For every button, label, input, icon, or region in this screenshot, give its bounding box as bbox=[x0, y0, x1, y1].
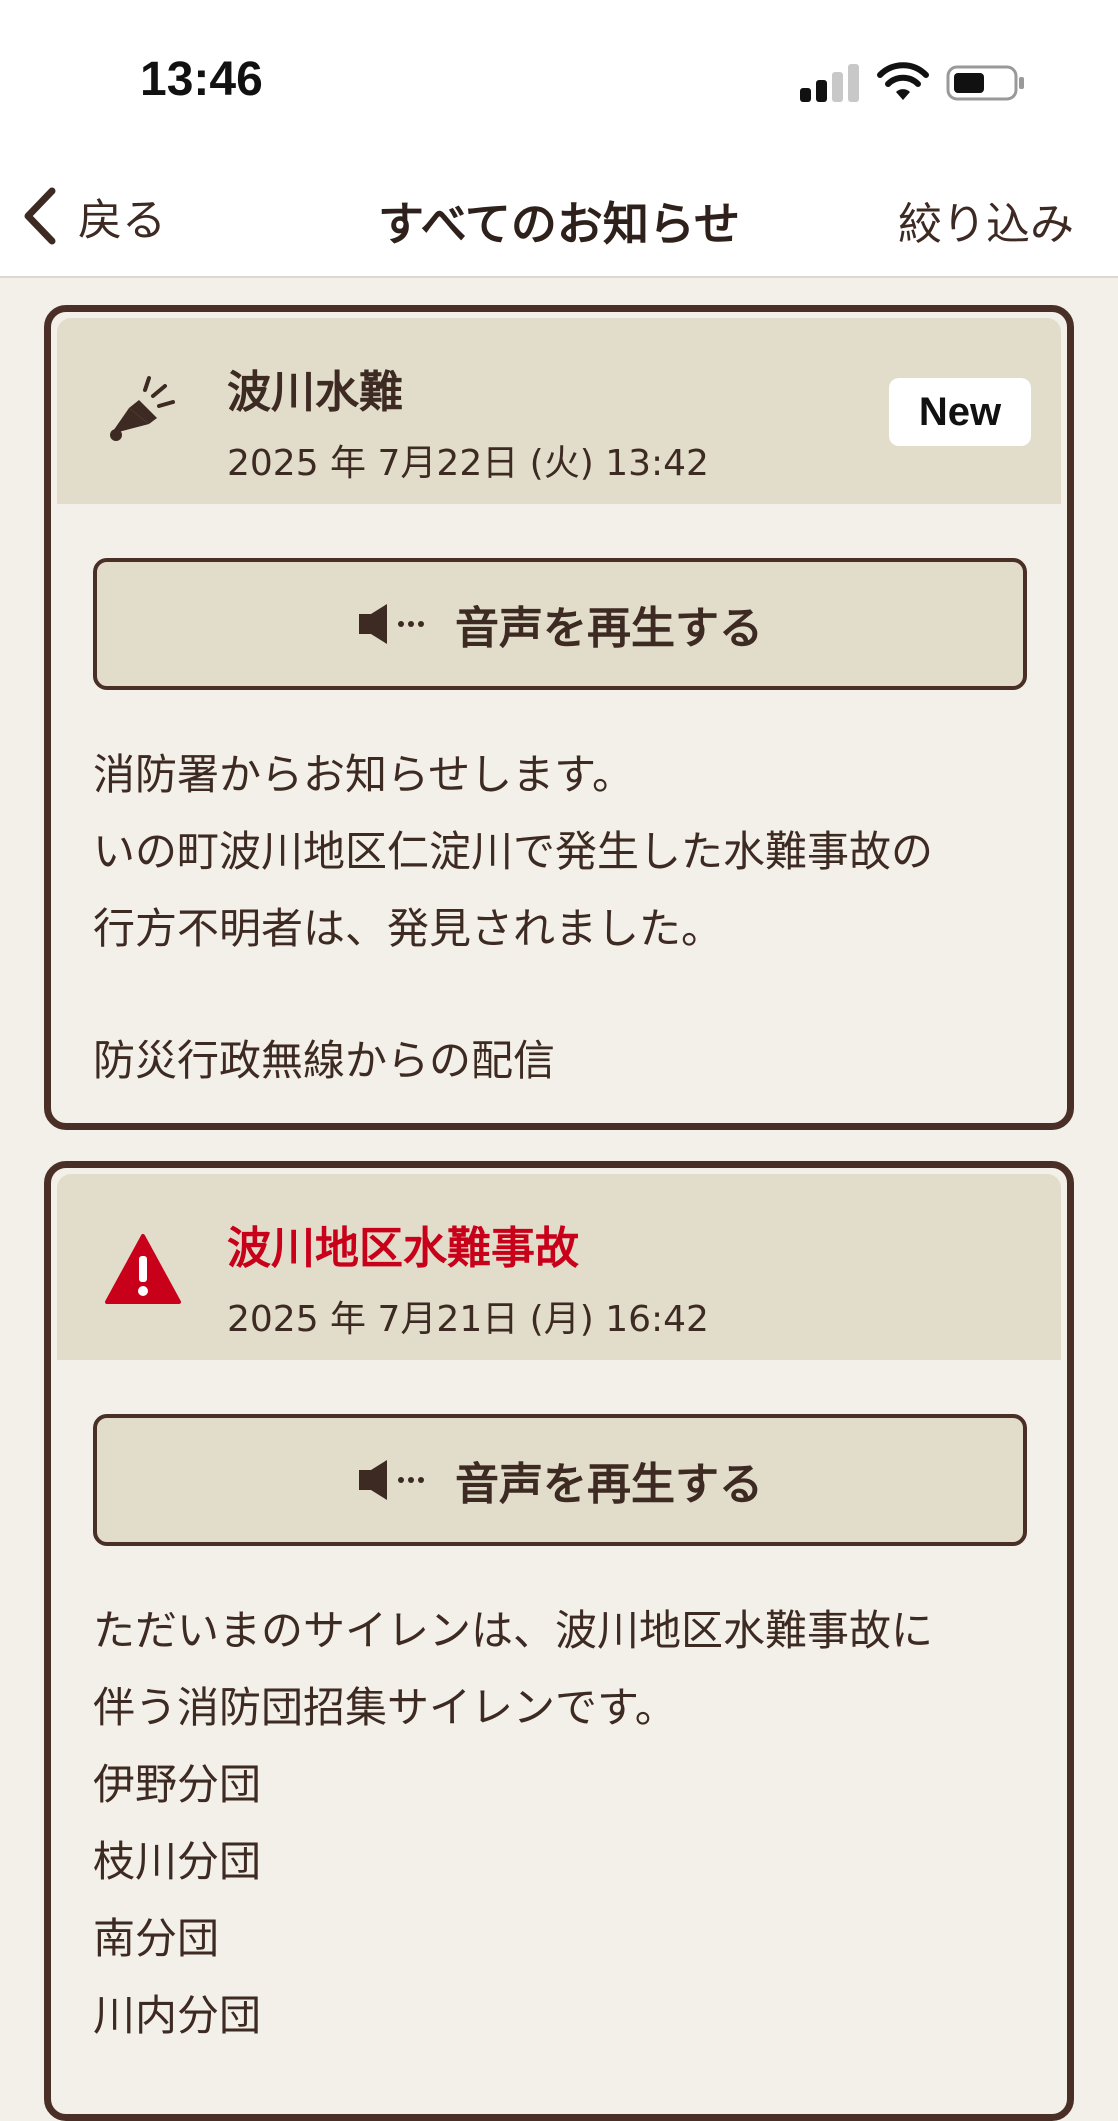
notice-body-line: 行方不明者は、発見されました。 bbox=[93, 904, 724, 953]
play-audio-button[interactable]: 音声を再生する bbox=[93, 558, 1027, 690]
notice-source: 防災行政無線からの配信 bbox=[93, 1036, 556, 1085]
status-time: 13:46 bbox=[140, 53, 263, 106]
play-audio-label: 音声を再生する bbox=[455, 603, 763, 654]
notice-body-line: 南分団 bbox=[93, 1914, 220, 1963]
play-audio-label: 音声を再生する bbox=[455, 1459, 763, 1510]
notice-header: 波川地区水難事故 2025 年 7月21日 (月) 16:42 bbox=[57, 1174, 1061, 1360]
status-bar: 13:46 bbox=[0, 0, 1118, 150]
notice-body-line bbox=[93, 967, 1053, 1022]
notice-body: ただいまのサイレンは、波川地区水難事故に 伴う消防団招集サイレンです。 伊野分団… bbox=[93, 1592, 1053, 2054]
notice-card[interactable]: 波川地区水難事故 2025 年 7月21日 (月) 16:42 音声を再生する … bbox=[44, 1161, 1074, 2121]
notice-body-line: 川内分団 bbox=[93, 1991, 262, 2040]
cellular-signal-icon bbox=[800, 64, 860, 102]
notice-card[interactable]: 波川水難 2025 年 7月22日 (火) 13:42 New 音声を再生する … bbox=[44, 305, 1074, 1130]
notice-title: 波川地区水難事故 bbox=[227, 1223, 579, 1274]
notice-title: 波川水難 bbox=[227, 367, 403, 418]
notice-body: 消防署からお知らせします。 いの町波川地区仁淀川で発生した水難事故の 行方不明者… bbox=[93, 736, 1053, 1099]
navigation-bar: 戻る すべてのお知らせ 絞り込み bbox=[0, 150, 1118, 278]
wifi-icon bbox=[877, 62, 929, 100]
speaker-icon bbox=[359, 1460, 424, 1500]
notice-body-line: 枝川分団 bbox=[93, 1837, 262, 1886]
notice-date: 2025 年 7月22日 (火) 13:42 bbox=[227, 443, 709, 484]
notice-body-line: 伴う消防団招集サイレンです。 bbox=[93, 1683, 677, 1732]
play-audio-button[interactable]: 音声を再生する bbox=[93, 1414, 1027, 1546]
notice-header: 波川水難 2025 年 7月22日 (火) 13:42 New bbox=[57, 318, 1061, 504]
notice-body-line: 消防署からお知らせします。 bbox=[93, 750, 634, 799]
new-badge: New bbox=[889, 378, 1031, 446]
notice-body-line: 伊野分団 bbox=[93, 1760, 262, 1809]
filter-button[interactable]: 絞り込み bbox=[898, 188, 1074, 252]
megaphone-icon bbox=[110, 376, 175, 441]
warning-icon bbox=[105, 1234, 181, 1304]
notice-date: 2025 年 7月21日 (月) 16:42 bbox=[227, 1299, 709, 1340]
speaker-icon bbox=[359, 604, 424, 644]
battery-icon bbox=[946, 65, 1024, 101]
notice-body-line: ただいまのサイレンは、波川地区水難事故に bbox=[93, 1606, 934, 1655]
notice-body-line: いの町波川地区仁淀川で発生した水難事故の bbox=[93, 827, 934, 876]
